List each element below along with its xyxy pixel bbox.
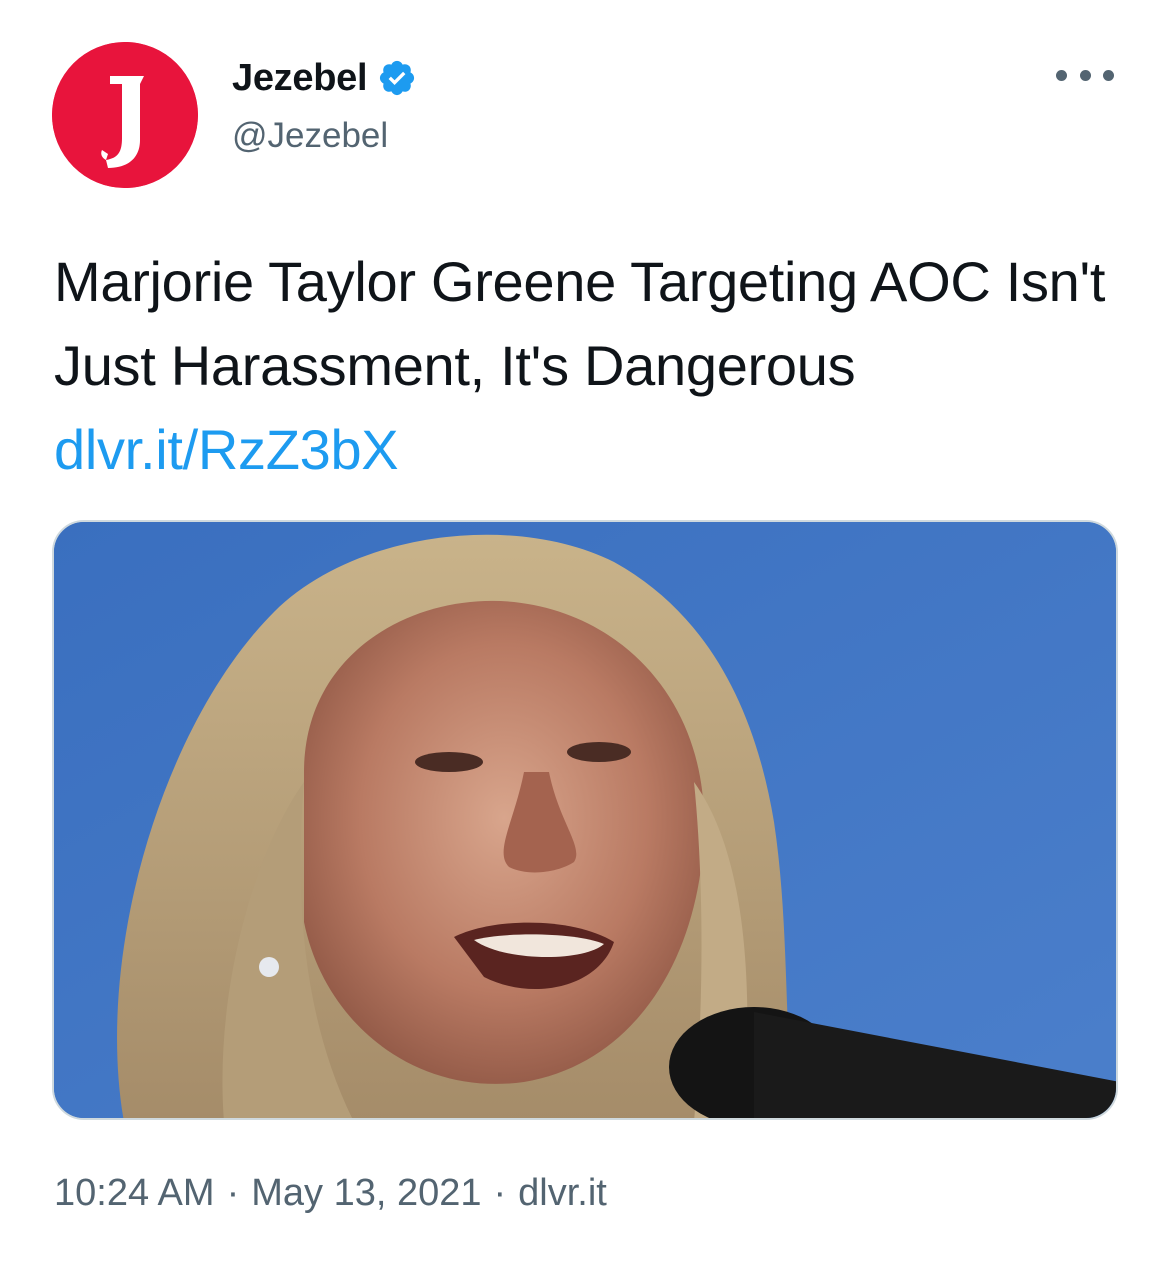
tweet-date[interactable]: May 13, 2021: [251, 1172, 481, 1214]
verified-badge-icon: [377, 58, 417, 98]
dot-icon: [1103, 69, 1114, 81]
name-row: Jezebel: [232, 54, 417, 102]
tweet-meta: 10:24 AM · May 13, 2021 · dlvr.it: [54, 1172, 607, 1215]
avatar[interactable]: [52, 42, 198, 188]
tweet-time[interactable]: 10:24 AM: [54, 1172, 215, 1214]
tweet-body: Marjorie Taylor Greene Targeting AOC Isn…: [54, 250, 1106, 397]
dot-icon: [1079, 69, 1091, 81]
meta-separator: ·: [226, 1172, 240, 1214]
user-handle[interactable]: @Jezebel: [232, 116, 388, 156]
portrait-photo: [54, 522, 1116, 1118]
tweet-link[interactable]: dlvr.it/RzZ3bX: [54, 418, 399, 481]
display-name[interactable]: Jezebel: [232, 57, 368, 100]
tweet-image[interactable]: [52, 520, 1118, 1120]
tweet-text: Marjorie Taylor Greene Targeting AOC Isn…: [54, 240, 1124, 492]
dot-icon: [1056, 69, 1067, 81]
tweet-card: Jezebel @Jezebel Marjorie Taylor Greene …: [0, 0, 1170, 1272]
tweet-source[interactable]: dlvr.it: [518, 1172, 607, 1214]
jezebel-logo-icon: [52, 42, 198, 188]
more-options-icon[interactable]: [1056, 60, 1114, 90]
meta-separator: ·: [493, 1172, 507, 1214]
